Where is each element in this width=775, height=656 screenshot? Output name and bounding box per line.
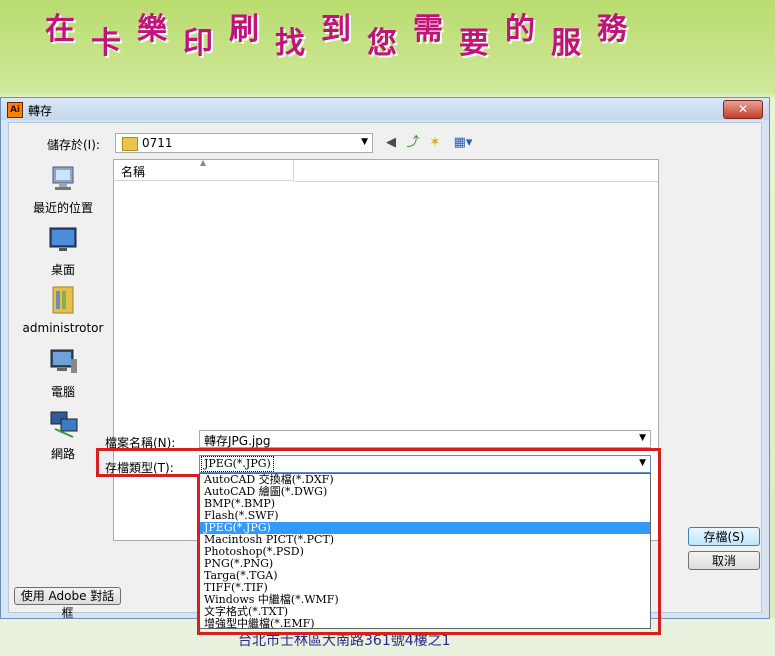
network-icon (50, 411, 78, 438)
place-label: 電腦 (50, 385, 75, 399)
cancel-button[interactable]: 取消 (688, 551, 760, 570)
computer-icon (50, 349, 77, 373)
up-folder-icon[interactable]: ⤴ (405, 135, 421, 151)
banner-char: 在 (45, 12, 75, 47)
title-bar[interactable]: Ai 轉存 ✕ (1, 98, 769, 120)
place-desktop[interactable]: 桌面 (19, 225, 107, 278)
places-bar: 最近的位置 桌面 administrotor 電腦 網路 (19, 159, 107, 539)
banner-slogan: 在卡樂印刷找到您需要的服務 (40, 6, 632, 61)
place-user[interactable]: administrotor (19, 285, 107, 335)
desktop-icon (49, 227, 77, 251)
place-computer[interactable]: 電腦 (19, 347, 107, 400)
save-button[interactable]: 存檔(S) (688, 527, 760, 546)
window-title: 轉存 (28, 104, 53, 118)
chevron-down-icon[interactable]: ▼ (639, 433, 646, 443)
banner-char: 需 (413, 12, 443, 47)
new-folder-icon[interactable]: ✶ (427, 135, 443, 151)
save-in-combobox[interactable]: 0711 ▼ (115, 133, 373, 153)
banner-char: 找 (275, 26, 305, 61)
chevron-down-icon[interactable]: ▼ (361, 137, 368, 147)
use-adobe-dialog-button[interactable]: 使用 Adobe 對話框 (14, 587, 121, 620)
recent-places-icon (52, 166, 74, 190)
place-label: 桌面 (50, 263, 75, 277)
place-recent[interactable]: 最近的位置 (19, 163, 107, 216)
banner-char: 樂 (137, 12, 167, 47)
banner-char: 刷 (229, 12, 259, 47)
annotation-highlight-bottom (96, 448, 200, 477)
close-button[interactable]: ✕ (723, 100, 763, 119)
user-folder-icon (52, 286, 74, 314)
banner-char: 服 (551, 26, 581, 61)
column-header-name[interactable]: ▲ 名稱 (114, 158, 294, 181)
save-in-value: 0711 (142, 136, 173, 150)
sort-up-icon: ▲ (200, 158, 207, 167)
filename-field[interactable]: 轉存JPG.jpg ▼ (199, 430, 651, 448)
save-in-label: 儲存於(I): (47, 138, 100, 152)
filename-value: 轉存JPG.jpg (204, 434, 271, 448)
annotation-highlight-list (197, 474, 661, 635)
banner-char: 務 (597, 12, 627, 47)
column-name-label: 名稱 (121, 165, 146, 179)
back-icon[interactable]: ◀ (383, 135, 399, 151)
place-label: 最近的位置 (32, 201, 93, 215)
banner-char: 印 (183, 26, 213, 61)
banner-char: 要 (459, 26, 489, 61)
banner-char: 到 (321, 12, 351, 47)
banner-char: 的 (505, 12, 535, 47)
illustrator-app-icon: Ai (7, 102, 23, 118)
place-label: 網路 (50, 447, 75, 461)
annotation-highlight-right (658, 448, 661, 478)
folder-icon (122, 137, 138, 151)
place-label: administrotor (22, 321, 104, 335)
column-header-empty (294, 160, 658, 182)
banner-char: 卡 (91, 26, 121, 61)
view-menu-icon[interactable]: ▦▾ (451, 135, 475, 151)
place-network[interactable]: 網路 (19, 409, 107, 462)
banner-char: 您 (367, 26, 397, 61)
